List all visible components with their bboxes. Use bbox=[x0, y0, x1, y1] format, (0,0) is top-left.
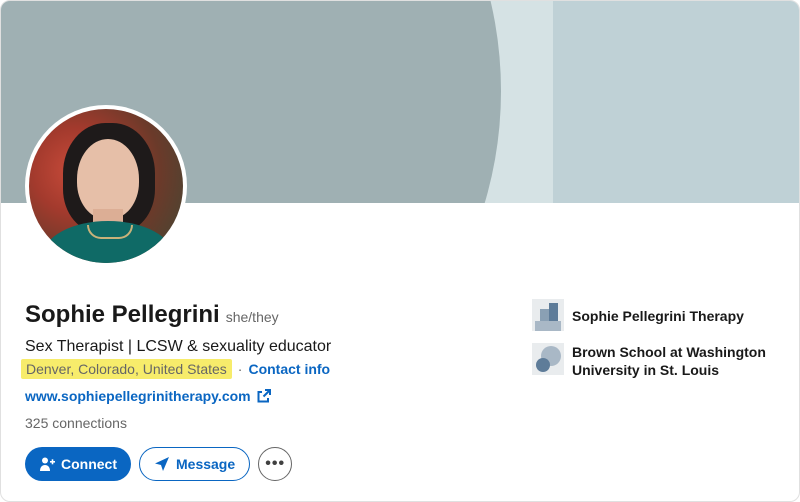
send-icon bbox=[154, 456, 170, 472]
add-person-icon bbox=[39, 456, 55, 472]
message-label: Message bbox=[176, 456, 236, 472]
org-name-school: Brown School at Washington University in… bbox=[572, 344, 766, 378]
more-options-button[interactable]: ••• bbox=[258, 447, 293, 481]
external-link-icon[interactable] bbox=[257, 389, 271, 403]
location-row: Denver, Colorado, United States · Contac… bbox=[21, 359, 330, 379]
org-item-company[interactable]: Sophie Pellegrini Therapy bbox=[532, 299, 782, 331]
pronouns: she/they bbox=[225, 309, 279, 325]
website-link[interactable]: www.sophiepellegrinitherapy.com bbox=[25, 388, 251, 404]
separator-dot: · bbox=[237, 361, 243, 377]
connections-count[interactable]: 325 connections bbox=[25, 415, 127, 431]
website-row[interactable]: www.sophiepellegrinitherapy.com bbox=[25, 388, 271, 404]
action-buttons: Connect Message ••• bbox=[25, 447, 293, 481]
connect-label: Connect bbox=[61, 456, 117, 472]
message-button[interactable]: Message bbox=[139, 447, 251, 481]
profile-photo bbox=[29, 109, 183, 263]
contact-info-link[interactable]: Contact info bbox=[248, 361, 330, 377]
company-logo-icon bbox=[532, 299, 564, 331]
org-item-school[interactable]: Brown School at Washington University in… bbox=[532, 343, 782, 379]
profile-headline: Sex Therapist | LCSW & sexuality educato… bbox=[25, 338, 332, 355]
name-row: Sophie Pellegrini she/they bbox=[25, 301, 279, 329]
avatar[interactable] bbox=[25, 105, 187, 267]
ellipsis-icon: ••• bbox=[265, 455, 286, 472]
school-logo-icon bbox=[532, 343, 564, 375]
profile-name: Sophie Pellegrini bbox=[25, 301, 220, 328]
location-text: Denver, Colorado, United States bbox=[21, 359, 232, 379]
connect-button[interactable]: Connect bbox=[25, 447, 131, 481]
organization-list: Sophie Pellegrini Therapy Brown School a… bbox=[532, 299, 782, 391]
profile-card: Sophie Pellegrini she/they Sex Therapist… bbox=[0, 0, 800, 502]
org-name-company: Sophie Pellegrini Therapy bbox=[572, 308, 744, 324]
